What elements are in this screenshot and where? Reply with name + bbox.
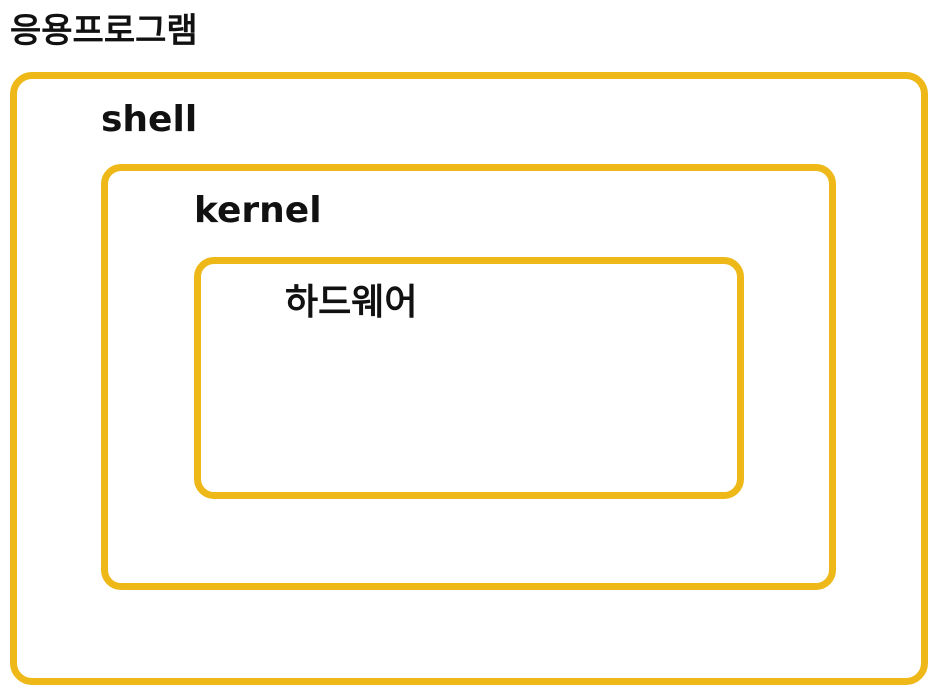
kernel-layer-box (194, 257, 744, 499)
hardware-layer-label: 하드웨어 (285, 282, 418, 323)
kernel-layer-label: kernel (194, 190, 322, 231)
application-layer-label: 응용프로그램 (10, 11, 198, 51)
shell-layer-label: shell (101, 99, 198, 140)
